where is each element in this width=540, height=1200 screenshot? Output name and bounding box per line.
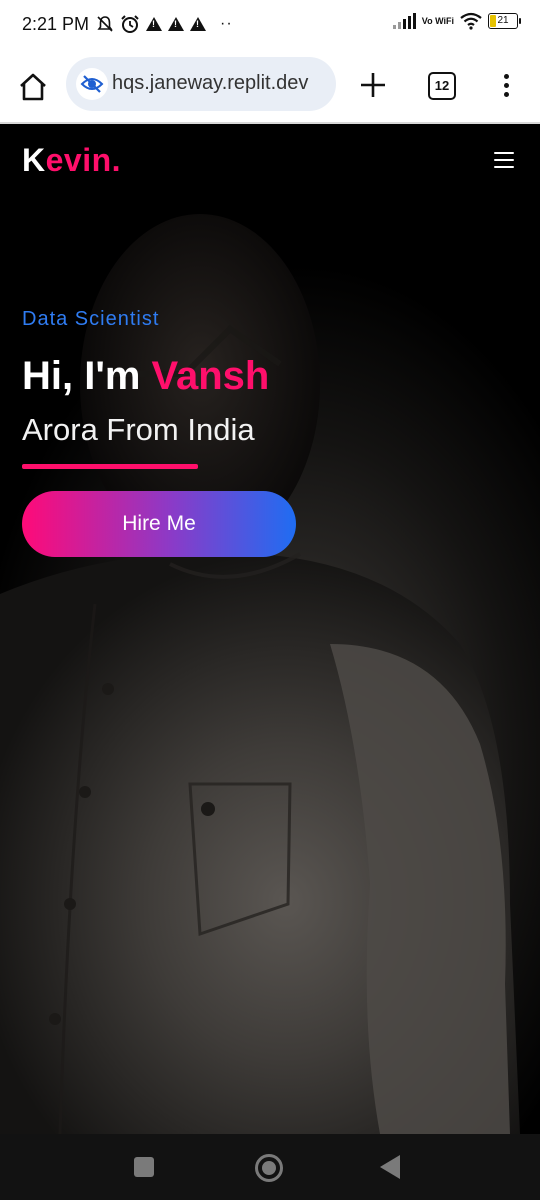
hero-role: Data Scientist [22, 308, 160, 330]
hero-underline [22, 464, 198, 469]
more-icon[interactable] [494, 70, 518, 104]
silent-bell-icon [97, 16, 113, 32]
wifi-icon [460, 12, 482, 30]
portrait-photo [0, 214, 520, 1134]
privacy-eye-icon[interactable] [76, 68, 108, 100]
status-time: 2:21 PM [22, 14, 90, 34]
warning-icon [168, 17, 184, 31]
status-bar: 2:21 PM ·· Vo WiFi 21 [0, 0, 540, 52]
hero-heading: Hi, I'm Vansh [22, 354, 269, 399]
warning-icon [190, 17, 206, 31]
signal-icon [392, 13, 416, 29]
battery-level: 21 [497, 15, 509, 26]
logo-rest: evin. [45, 142, 122, 178]
hero-greeting: Hi, I'm [22, 354, 152, 398]
url-text: hqs.janeway.replit.dev [112, 72, 309, 94]
home-icon[interactable] [16, 70, 50, 104]
status-system-icons: Vo WiFi 21 [392, 12, 521, 30]
address-bar[interactable]: hqs.janeway.replit.dev [66, 57, 336, 111]
plus-icon[interactable] [356, 68, 390, 102]
hamburger-icon[interactable] [494, 152, 514, 170]
hire-me-button[interactable]: Hire Me [22, 491, 296, 557]
home-circle-icon[interactable] [255, 1154, 283, 1182]
tabs-icon[interactable]: 12 [428, 72, 456, 100]
logo-initial: K [22, 142, 46, 178]
warning-icon [146, 17, 162, 31]
system-navigation-bar [0, 1134, 540, 1200]
recents-icon[interactable] [134, 1157, 154, 1177]
vowifi-label: Vo WiFi [421, 15, 454, 26]
battery-icon: 21 [488, 13, 521, 29]
back-icon[interactable] [380, 1155, 400, 1179]
browser-toolbar: hqs.janeway.replit.dev 12 [0, 52, 540, 124]
hero-section: Kevin. Data Scientist Hi, I'm Vansh Aror… [0, 124, 540, 1134]
hero-subtitle: Arora From India [22, 412, 255, 447]
site-logo[interactable]: Kevin. [22, 142, 121, 179]
alarm-icon [121, 15, 139, 33]
hero-name: Vansh [151, 354, 270, 398]
more-notifications-icon: ·· [220, 15, 233, 32]
status-notification-icons: ·· [96, 14, 233, 34]
